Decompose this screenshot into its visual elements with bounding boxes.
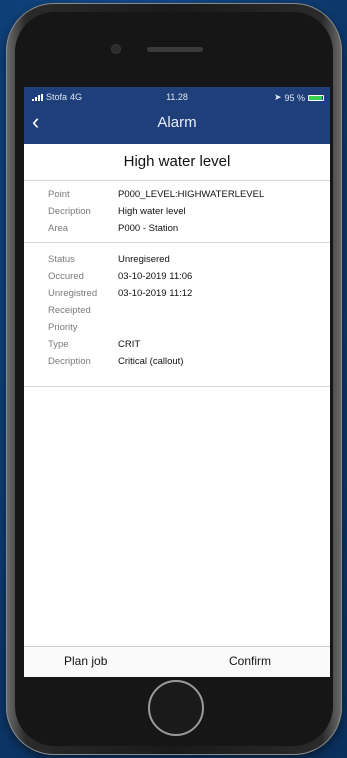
battery-percent: 95 % <box>284 92 305 103</box>
plan-job-button[interactable]: Plan job <box>64 654 107 668</box>
detail-description-value: Critical (callout) <box>118 356 184 367</box>
occured-value: 03-10-2019 11:06 <box>118 271 193 282</box>
type-label: Type <box>48 339 69 350</box>
receipted-label: Receipted <box>48 305 91 316</box>
top-bar: Stofa 4G 11.28 ➤ 95 % ‹ Alarm <box>24 87 330 144</box>
detail-row-unregistred: Unregistred 03-10-2019 11:12 <box>24 285 330 302</box>
point-value: P000_LEVEL:HIGHWATERLEVEL <box>118 189 265 200</box>
info-row-area: Area P000 - Station <box>24 220 330 237</box>
detail-row-description: Decription Critical (callout) <box>24 353 330 370</box>
action-bar: Plan job Confirm <box>24 646 330 677</box>
priority-label: Priority <box>48 322 78 333</box>
camera-icon <box>112 45 120 53</box>
point-label: Point <box>48 189 70 200</box>
confirm-button[interactable]: Confirm <box>229 654 271 668</box>
alarm-heading: High water level <box>24 144 330 181</box>
detail-row-type: Type CRIT <box>24 336 330 353</box>
area-label: Area <box>48 223 69 234</box>
status-label: Status <box>48 254 75 265</box>
status-value: Unregisered <box>118 254 170 265</box>
detail-row-occured: Occured 03-10-2019 11:06 <box>24 268 330 285</box>
status-bar: Stofa 4G 11.28 ➤ 95 % <box>24 87 330 105</box>
nav-title: Alarm <box>157 114 197 131</box>
detail-description-label: Decription <box>48 356 91 367</box>
description-label: Decription <box>48 206 91 217</box>
alarm-info-section: Point P000_LEVEL:HIGHWATERLEVEL Decripti… <box>24 181 330 243</box>
info-row-point: Point P000_LEVEL:HIGHWATERLEVEL <box>24 186 330 203</box>
unregistred-value: 03-10-2019 11:12 <box>118 288 193 299</box>
alarm-details-section: Status Unregisered Occured 03-10-2019 11… <box>24 244 330 387</box>
type-value: CRIT <box>118 339 141 350</box>
detail-row-priority: Priority <box>24 319 330 336</box>
unregistred-label: Unregistred <box>48 288 98 299</box>
info-row-description: Decription High water level <box>24 203 330 220</box>
description-value: High water level <box>118 206 186 217</box>
speaker-grille <box>147 47 203 52</box>
location-icon: ➤ <box>273 92 282 102</box>
detail-row-receipted: Receipted <box>24 302 330 319</box>
battery-icon <box>308 94 324 101</box>
battery-info: ➤ 95 % <box>274 92 324 103</box>
occured-label: Occured <box>48 271 84 282</box>
area-value: P000 - Station <box>118 223 179 234</box>
detail-row-status: Status Unregisered <box>24 251 330 268</box>
home-button[interactable] <box>148 680 204 736</box>
screen: Stofa 4G 11.28 ➤ 95 % ‹ Alarm High water… <box>24 87 330 677</box>
